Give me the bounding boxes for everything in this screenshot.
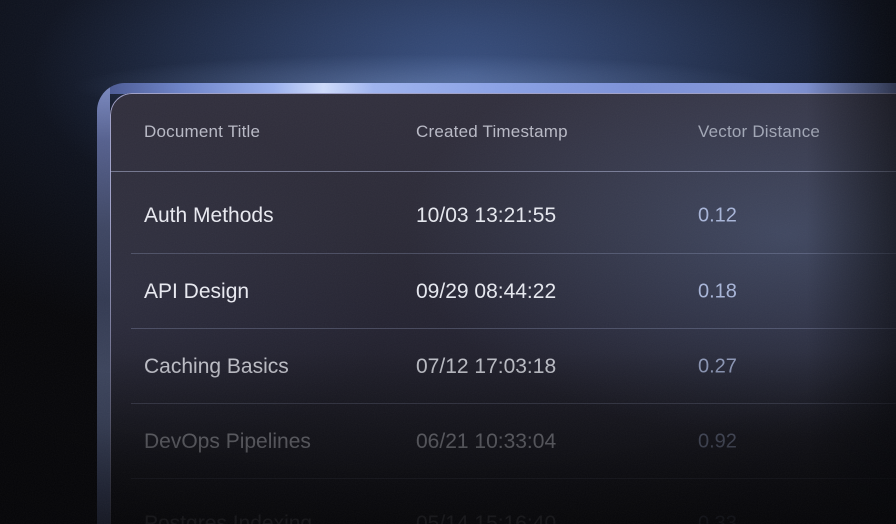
column-header-created-timestamp: Created Timestamp [416, 122, 568, 142]
vector-distance-cell: 0.18 [698, 280, 737, 303]
screenshot-stage: Document Title Created Timestamp Vector … [0, 0, 896, 524]
document-title-cell: DevOps Pipelines [144, 430, 311, 454]
timestamp-cell: 05/14 15:16:40 [416, 512, 556, 524]
table-header-row: Document Title Created Timestamp Vector … [110, 93, 896, 172]
document-title-cell: Caching Basics [144, 355, 289, 379]
table-row[interactable]: Caching Basics 07/12 17:03:18 0.27 [110, 329, 896, 404]
document-title-cell: Postgres Indexing [144, 512, 312, 524]
column-header-document-title: Document Title [144, 122, 260, 142]
column-header-vector-distance: Vector Distance [698, 122, 820, 142]
table-row[interactable]: API Design 09/29 08:44:22 0.18 [110, 254, 896, 329]
timestamp-cell: 06/21 10:33:04 [416, 430, 556, 454]
timestamp-cell: 09/29 08:44:22 [416, 280, 556, 304]
timestamp-cell: 10/03 13:21:55 [416, 204, 556, 228]
vector-distance-cell: 0.92 [698, 430, 737, 453]
timestamp-cell: 07/12 17:03:18 [416, 355, 556, 379]
results-card: Document Title Created Timestamp Vector … [110, 93, 896, 524]
document-title-cell: API Design [144, 280, 249, 304]
table-row[interactable]: Postgres Indexing 05/14 15:16:40 0.33 [110, 479, 896, 524]
vector-distance-cell: 0.12 [698, 205, 737, 228]
card-rim-left-highlight [97, 83, 110, 524]
table-row[interactable]: DevOps Pipelines 06/21 10:33:04 0.92 [110, 404, 896, 479]
table-row[interactable]: Auth Methods 10/03 13:21:55 0.12 [110, 172, 896, 254]
vector-distance-cell: 0.33 [698, 513, 737, 524]
vector-distance-cell: 0.27 [698, 355, 737, 378]
document-title-cell: Auth Methods [144, 204, 274, 228]
